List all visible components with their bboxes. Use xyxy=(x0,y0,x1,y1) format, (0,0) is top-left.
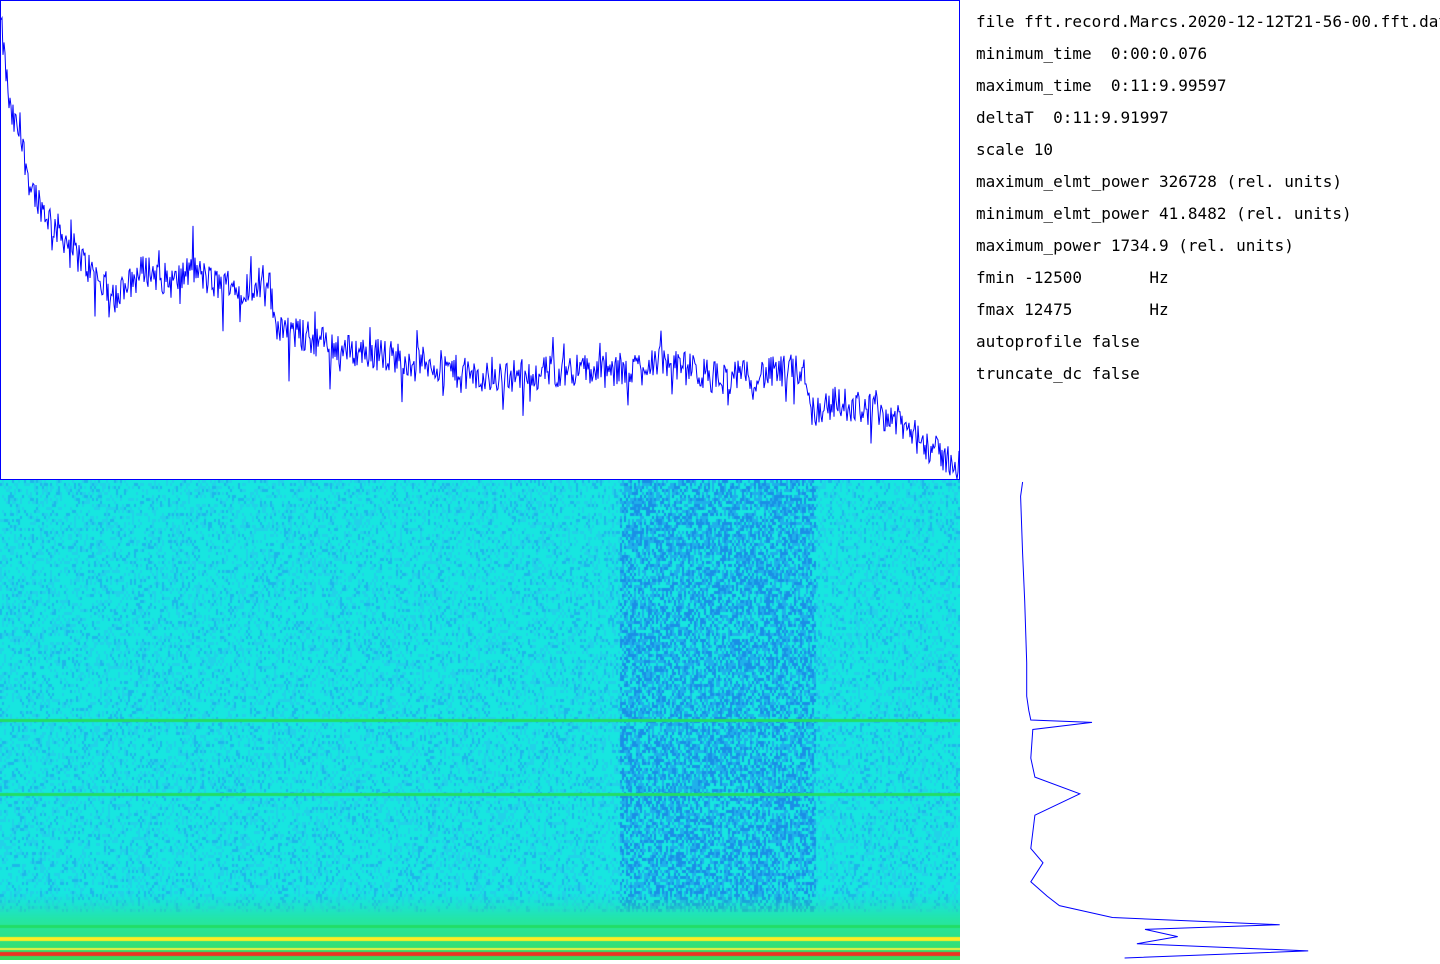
info-min-elmt-power: minimum_elmt_power 41.8482 (rel. units) xyxy=(976,204,1352,223)
frequency-profile-plot xyxy=(960,480,1440,960)
power-time-plot xyxy=(0,0,960,480)
frequency-profile-line xyxy=(1020,481,1309,959)
info-fmax: fmax 12475 Hz xyxy=(976,300,1169,319)
info-scale: scale 10 xyxy=(976,140,1054,159)
info-panel: file fft.record.Marcs.2020-12-12T21-56-0… xyxy=(976,8,1440,408)
info-truncate-dc: truncate_dc false xyxy=(976,364,1140,383)
info-delta-t: deltaT 0:11:9.91997 xyxy=(976,108,1169,127)
spectrogram-canvas xyxy=(0,480,960,960)
info-autoprofile: autoprofile false xyxy=(976,332,1140,351)
info-maximum-time: maximum_time 0:11:9.99597 xyxy=(976,76,1227,95)
info-max-elmt-power: maximum_elmt_power 326728 (rel. units) xyxy=(976,172,1343,191)
info-maximum-power: maximum_power 1734.9 (rel. units) xyxy=(976,236,1294,255)
spectrogram xyxy=(0,480,960,960)
info-file: file fft.record.Marcs.2020-12-12T21-56-0… xyxy=(976,12,1440,31)
power-trace-line xyxy=(1,15,959,479)
info-minimum-time: minimum_time 0:00:0.076 xyxy=(976,44,1208,63)
power-time-svg xyxy=(1,15,959,479)
frequency-profile-svg xyxy=(1020,481,1309,959)
info-fmin: fmin -12500 Hz xyxy=(976,268,1169,287)
